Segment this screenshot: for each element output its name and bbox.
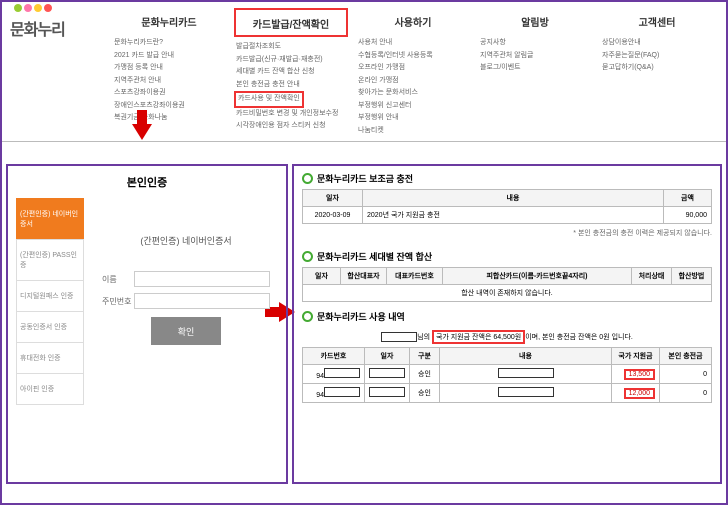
subsidy-table: 일자 내용 금액 2020-03-09 2020년 국가 지원금 충전 90,0… [302,189,712,224]
nav-item[interactable]: 찾아가는 문화서비스 [356,87,470,100]
section3-title: 문화누리카드 사용 내역 [302,310,712,323]
nav-item[interactable]: 문화누리카드란? [112,37,226,50]
nav-item[interactable]: 카드사용 및 잔액확인 [234,91,304,108]
nav-title-4[interactable]: 고객센터 [600,8,714,33]
col: 국가 지원금 [612,348,660,365]
cell-date-blank [365,384,410,403]
nav-title-2[interactable]: 사용하기 [356,8,470,33]
nav-item[interactable]: 부정행위 신고센터 [356,100,470,113]
section1-note: * 본인 충전금의 충전 이력은 제공되지 않습니다. [302,224,712,242]
section1-title: 문화누리카드 보조금 충전 [302,172,712,185]
cell-gov: 13,500 [612,365,660,384]
nav-item[interactable]: 카드비밀번호 변경 및 개인정보수정 [234,108,348,121]
nav-item[interactable]: 수협등록/인터넷 사용등록 [356,50,470,63]
usage-table: 카드번호일자구분내용국가 지원금본인 충전금 94 승인 13,5000 94 승인 12… [302,347,712,403]
nav-item[interactable]: 부정행위 안내 [356,112,470,125]
merge-empty: 합산 내역이 존재하지 않습니다. [303,285,712,302]
nav-title-1[interactable]: 카드발급/잔액확인 [234,8,348,37]
col: 피합산카드(이름-카드번호끝4자리) [443,268,632,285]
col-date: 일자 [303,190,363,207]
col-desc: 내용 [363,190,664,207]
nav-item[interactable]: 묻고답하기(Q&A) [600,62,714,75]
col: 대표카드번호 [387,268,443,285]
balance-line: 님의 국가 지원금 잔액은 64,500원이며, 본인 충전금 잔액은 0원 입… [302,327,712,347]
cell-own: 0 [660,365,712,384]
nav-item[interactable]: 복권기금 문화나눔 [112,112,226,125]
nav-item[interactable]: 스포츠강좌이용권 [112,87,226,100]
name-label: 이름 [102,274,134,285]
nav-item[interactable]: 시각장애인용 점자 스티커 신청 [234,120,348,133]
col-amt: 금액 [664,190,712,207]
col: 카드번호 [303,348,365,365]
col: 내용 [440,348,612,365]
cell-gov: 12,000 [612,384,660,403]
auth-tab[interactable]: 공동인증서 인증 [16,311,84,342]
col: 일자 [365,348,410,365]
auth-panel: 본인인증 (간편인증) 네이버인증서(간편인증) PASS인증디지털원패스 인증… [6,164,288,484]
jumin-label: 주민번호 [102,296,134,307]
name-blank [381,332,417,342]
cell-amt: 90,000 [664,207,712,224]
auth-tab[interactable]: 휴대전화 인증 [16,342,84,373]
cell-desc-blank [440,384,612,403]
cell-type: 승인 [410,384,440,403]
auth-tab[interactable]: 디지털원패스 인증 [16,280,84,311]
cell-date-blank [365,365,410,384]
cell-card: 94 [303,365,365,384]
col: 처리상태 [632,268,672,285]
cell-own: 0 [660,384,712,403]
nav-item[interactable]: 지역주관처 안내 [112,75,226,88]
nav-item[interactable]: 자주묻는질문(FAQ) [600,50,714,63]
name-input[interactable] [134,271,270,287]
auth-tab[interactable]: (간편인증) PASS인증 [16,239,84,280]
nav-item[interactable]: 공지사항 [478,37,592,50]
merge-table: 일자합산대표자대표카드번호피합산카드(이름-카드번호끝4자리)처리상태합산방법 … [302,267,712,302]
nav-title-3[interactable]: 알림방 [478,8,592,33]
nav-item[interactable]: 사용처 안내 [356,37,470,50]
cell-card: 94 [303,384,365,403]
col: 합산방법 [672,268,712,285]
cell-desc: 2020년 국가 지원금 충전 [363,207,664,224]
col: 본인 충전금 [660,348,712,365]
nav-item[interactable]: 상담이용안내 [600,37,714,50]
auth-tab[interactable]: 아이핀 인증 [16,373,84,405]
nav-item[interactable]: 나눔티켓 [356,125,470,138]
jumin-input[interactable] [134,293,270,309]
logo-text: 문화누리 [10,16,102,40]
balance-highlight: 국가 지원금 잔액은 64,500원 [432,330,525,344]
col: 일자 [303,268,341,285]
auth-tab[interactable]: (간편인증) 네이버인증서 [16,198,84,239]
nav-item[interactable]: 지역주관처 알림글 [478,50,592,63]
nav-item[interactable]: 카드발급(신규·재발급·재충전) [234,54,348,67]
nav-item[interactable]: 세대별 카드 잔액 합산 신청 [234,66,348,79]
nav-item[interactable]: 본인 충전금 충전 안내 [234,79,348,92]
section2-title: 문화누리카드 세대별 잔액 합산 [302,250,712,263]
nav-item[interactable]: 오프라인 가맹점 [356,62,470,75]
col: 구분 [410,348,440,365]
logo: 문화누리 [10,6,102,40]
nav-item[interactable]: 가맹점 등록 안내 [112,62,226,75]
content-panel: 문화누리카드 보조금 충전 일자 내용 금액 2020-03-09 2020년 … [292,164,722,484]
arrow-down-icon [132,124,152,140]
cell-type: 승인 [410,365,440,384]
confirm-button[interactable]: 확인 [151,317,221,345]
nav-item[interactable]: 블로그/이벤트 [478,62,592,75]
nav-item[interactable]: 온라인 가맹점 [356,75,470,88]
nav-item[interactable]: 발급절차조회도 [234,41,348,54]
cell-desc-blank [440,365,612,384]
nav-item[interactable]: 장애인스포츠강좌이용권 [112,100,226,113]
main-nav: 문화누리카드문화누리카드란?2021 카드 발급 안내가맹점 등록 안내지역주관… [108,6,718,139]
col: 합산대표자 [341,268,387,285]
nav-title-0[interactable]: 문화누리카드 [112,8,226,33]
auth-form-title: (간편인증) 네이버인증서 [102,234,270,247]
cell-date: 2020-03-09 [303,207,363,224]
auth-title: 본인인증 [16,174,278,190]
nav-item[interactable]: 2021 카드 발급 안내 [112,50,226,63]
